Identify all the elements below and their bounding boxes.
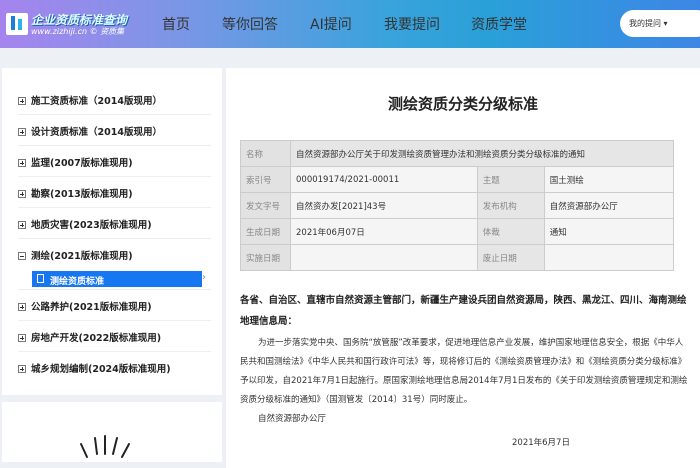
logo-subtitle: www.zizhiji.cn © 资质集 <box>31 26 124 37</box>
expand-icon <box>18 365 26 373</box>
sidebar-item-real-estate[interactable]: 房地产开发(2022版标准现用) <box>18 330 161 344</box>
divider <box>18 351 211 352</box>
meta-issuer: 自然资源部办公厅 <box>544 193 673 219</box>
logo-icon <box>6 13 28 35</box>
nav-ai-ask[interactable]: AI提问 <box>310 14 352 34</box>
sign-date: 2021年6月7日 <box>512 434 700 453</box>
sidebar-subitem-active[interactable]: 测绘资质标准 <box>32 271 202 287</box>
sidebar-item-design[interactable]: 设计资质标准（2014版现用） <box>18 124 162 138</box>
expand-icon <box>18 190 26 198</box>
signature: 自然资源部办公厅 <box>258 410 700 429</box>
divider <box>18 289 211 290</box>
sidebar-item-geohazard[interactable]: 地质灾害(2023版标准现用) <box>18 217 152 231</box>
meta-label: 索引号 <box>241 167 291 193</box>
meta-name: 自然资源部办公厅关于印发测绘资质管理办法和测绘资质分类分级标准的通知 <box>291 141 674 167</box>
divider <box>18 238 211 239</box>
expand-icon <box>18 159 26 167</box>
sidebar: 施工资质标准（2014版现用） 设计资质标准（2014版现用） 监理(2007版… <box>2 68 222 395</box>
sidebar-item-surveying-mapping[interactable]: 测绘(2021版标准现用) <box>18 248 133 262</box>
nav-ask[interactable]: 我要提问 <box>384 14 440 34</box>
sidebar-item-label: 地质灾害(2023版标准现用) <box>31 220 152 231</box>
top-header: 企业资质标准查询 www.zizhiji.cn © 资质集 首页 等你回答 AI… <box>0 0 700 48</box>
divider <box>18 176 211 177</box>
divider <box>18 145 211 146</box>
document-meta-table: 名称自然资源部办公厅关于印发测绘资质管理办法和测绘资质分类分级标准的通知 索引号… <box>240 140 674 271</box>
sidebar-item-highway[interactable]: 公路养护(2021版标准现用) <box>18 299 152 313</box>
sidebar-item-survey[interactable]: 勘察(2013版标准现用) <box>18 186 133 200</box>
meta-doc-no: 自然资办发[2021]43号 <box>291 193 478 219</box>
meta-genre: 通知 <box>544 219 673 245</box>
expand-icon <box>18 221 26 229</box>
expand-icon <box>18 334 26 342</box>
meta-label: 实施日期 <box>241 245 291 271</box>
sidebar-item-label: 勘察(2013版标准现用) <box>31 189 133 200</box>
sidebar-widget <box>2 402 222 462</box>
meta-label: 体裁 <box>477 219 544 245</box>
meta-abolish <box>544 245 673 271</box>
expand-icon <box>18 303 26 311</box>
article-paragraph: 为进一步落实党中央、国务院“放管服”改革要求，促进地理信息产业发展，维护国家地理… <box>240 334 690 410</box>
sidebar-item-label: 房地产开发(2022版标准现用) <box>31 333 161 344</box>
nav-home[interactable]: 首页 <box>162 14 190 34</box>
meta-label: 发文字号 <box>241 193 291 219</box>
meta-label: 废止日期 <box>477 245 544 271</box>
sidebar-item-label: 监理(2007版标准现用) <box>31 158 133 169</box>
meta-label: 名称 <box>241 141 291 167</box>
meta-date: 2021年06月07日 <box>291 219 478 245</box>
sidebar-item-label: 测绘(2021版标准现用) <box>31 251 133 262</box>
divider <box>18 207 211 208</box>
divider <box>18 320 211 321</box>
meta-label: 主题 <box>477 167 544 193</box>
meta-topic: 国土测绘 <box>544 167 673 193</box>
nav-answer[interactable]: 等你回答 <box>222 14 278 34</box>
expand-icon <box>18 128 26 136</box>
meta-index: 000019174/2021-00011 <box>291 167 478 193</box>
page-title: 测绘资质分类分级标准 <box>226 93 700 114</box>
sidebar-item-supervision[interactable]: 监理(2007版标准现用) <box>18 155 133 169</box>
collapse-icon <box>18 252 26 260</box>
my-questions-dropdown[interactable]: 我的提问 ▾ <box>620 10 700 37</box>
site-logo[interactable]: 企业资质标准查询 www.zizhiji.cn © 资质集 <box>6 11 126 37</box>
sidebar-item-label: 公路养护(2021版标准现用) <box>31 302 152 313</box>
meta-label: 生成日期 <box>241 219 291 245</box>
meta-effective <box>291 245 478 271</box>
divider <box>18 114 211 115</box>
sidebar-item-label: 设计资质标准（2014版现用） <box>31 127 162 138</box>
sidebar-item-label: 城乡规划编制(2024版标准现用) <box>31 364 171 375</box>
loading-burst-icon <box>67 432 147 462</box>
expand-icon <box>18 97 26 105</box>
document-icon <box>37 274 44 283</box>
nav-academy[interactable]: 资质学堂 <box>471 14 527 34</box>
subitem-label: 测绘资质标准 <box>50 277 104 287</box>
meta-label: 发布机构 <box>477 193 544 219</box>
addressee: 各省、自治区、直辖市自然资源主管部门，新疆生产建设兵团自然资源局，陕西、黑龙江、… <box>240 290 690 332</box>
sidebar-item-label: 施工资质标准（2014版现用） <box>31 96 162 107</box>
sidebar-item-urban-planning[interactable]: 城乡规划编制(2024版标准现用) <box>18 361 171 375</box>
sidebar-item-construction[interactable]: 施工资质标准（2014版现用） <box>18 93 162 107</box>
chevron-right-icon: › <box>202 272 206 283</box>
